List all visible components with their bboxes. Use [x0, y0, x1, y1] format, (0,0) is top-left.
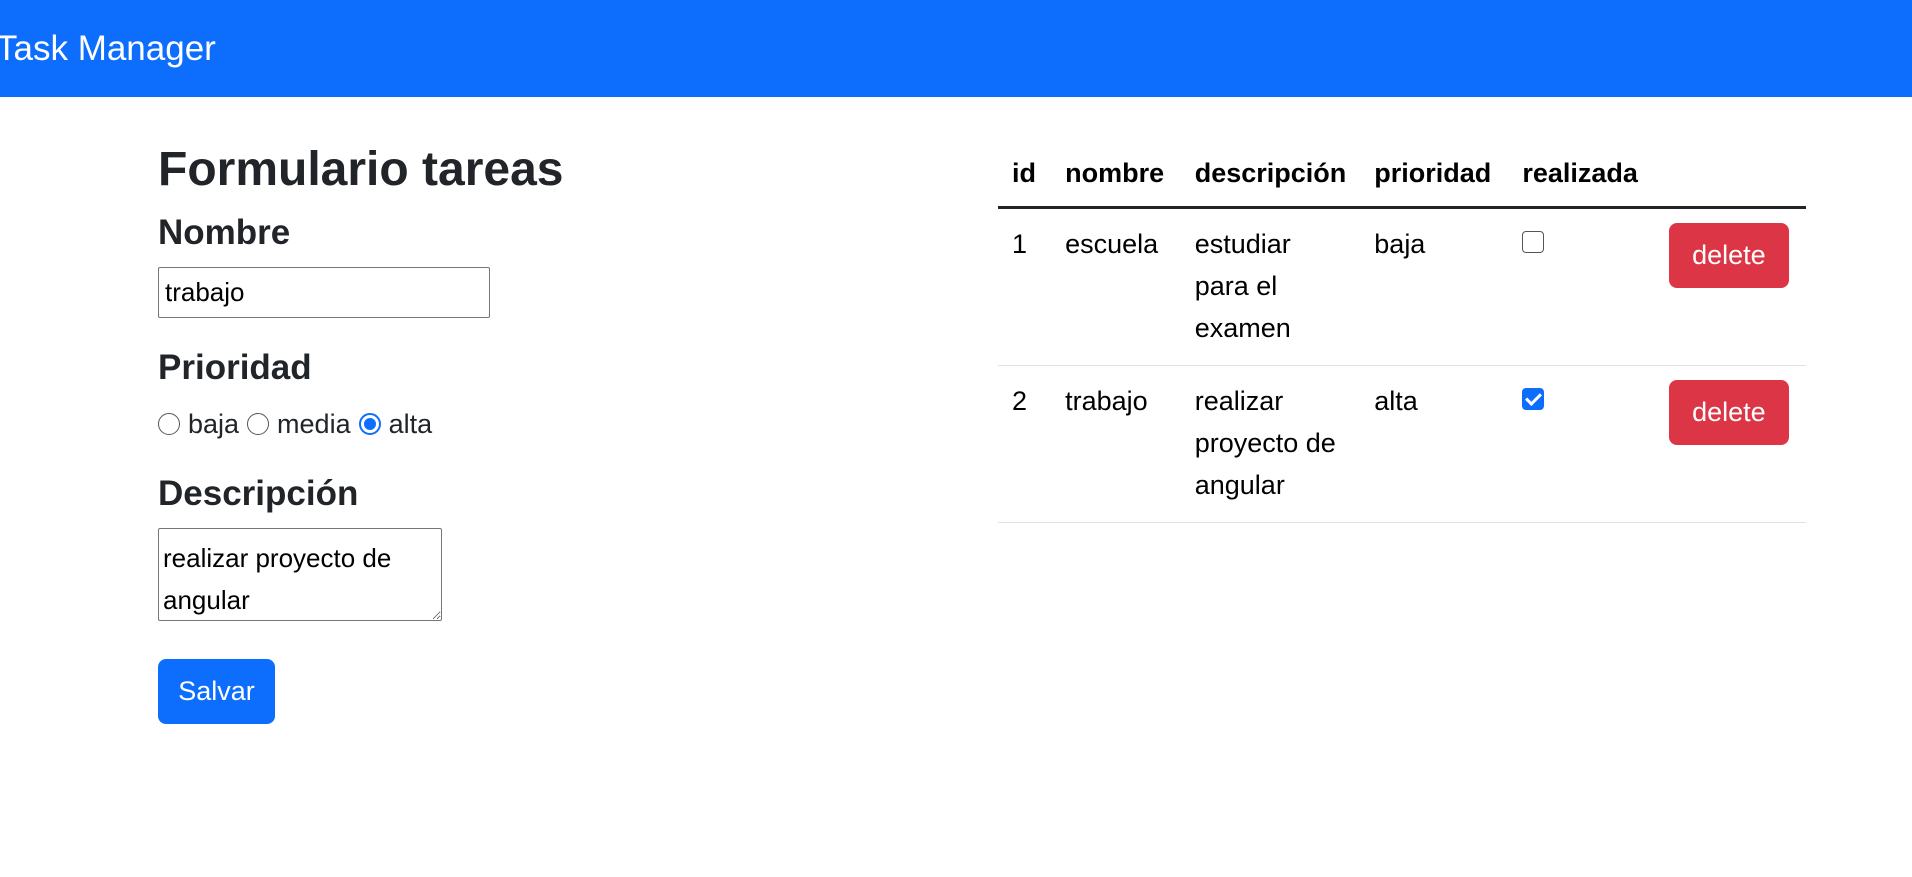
priority-label-media: media	[277, 408, 351, 439]
form-title: Formulario tareas	[158, 143, 564, 196]
tasks-table: id nombre descripción prioridad realizad…	[998, 145, 1806, 523]
priority-label: Prioridad	[158, 348, 312, 387]
delete-button[interactable]: delete	[1668, 223, 1789, 288]
priority-radio-baja[interactable]	[158, 413, 180, 435]
header-actions	[1654, 145, 1806, 209]
header-prioridad: prioridad	[1360, 145, 1509, 209]
description-textarea[interactable]: realizar proyecto de angular	[158, 528, 442, 621]
tasks-table-container: id nombre descripción prioridad realizad…	[998, 145, 1806, 523]
priority-radio-media[interactable]	[247, 413, 270, 435]
cell-id: 1	[998, 207, 1052, 366]
header-nombre: nombre	[1051, 145, 1181, 209]
save-button[interactable]: Salvar	[158, 659, 275, 724]
priority-label-baja: baja	[188, 408, 240, 439]
name-input[interactable]	[158, 267, 490, 318]
navbar-brand[interactable]: Task Manager	[0, 26, 216, 72]
cell-actions: delete	[1654, 365, 1806, 523]
cell-id: 2	[998, 365, 1052, 523]
cell-realizada	[1508, 207, 1655, 366]
description-label: Descripción	[158, 474, 359, 513]
realizada-checkbox[interactable]	[1522, 231, 1545, 253]
cell-descripcion: estudiar para el examen	[1180, 207, 1361, 366]
table-header-row: id nombre descripción prioridad realizad…	[998, 145, 1806, 209]
cell-realizada	[1508, 365, 1655, 523]
delete-button[interactable]: delete	[1668, 380, 1789, 445]
cell-nombre: escuela	[1051, 207, 1181, 366]
cell-nombre: trabajo	[1051, 365, 1181, 523]
cell-prioridad: alta	[1360, 365, 1509, 523]
cell-descripcion: realizar proyecto de angular	[1180, 365, 1361, 523]
header-realizada: realizada	[1508, 145, 1655, 209]
name-label: Nombre	[158, 213, 291, 252]
table-row: 2 trabajo realizar proyecto de angular a…	[998, 365, 1806, 523]
cell-prioridad: baja	[1360, 207, 1509, 366]
navbar: Task Manager	[0, 0, 1912, 97]
header-descripcion: descripción	[1180, 145, 1361, 209]
priority-radio-group: baja media alta	[158, 406, 440, 442]
realizada-checkbox[interactable]	[1522, 388, 1545, 410]
priority-radio-alta[interactable]	[358, 413, 381, 435]
cell-actions: delete	[1654, 207, 1806, 366]
table-row: 1 escuela estudiar para el examen baja d…	[998, 207, 1806, 366]
priority-label-alta: alta	[388, 408, 433, 439]
header-id: id	[998, 145, 1052, 209]
